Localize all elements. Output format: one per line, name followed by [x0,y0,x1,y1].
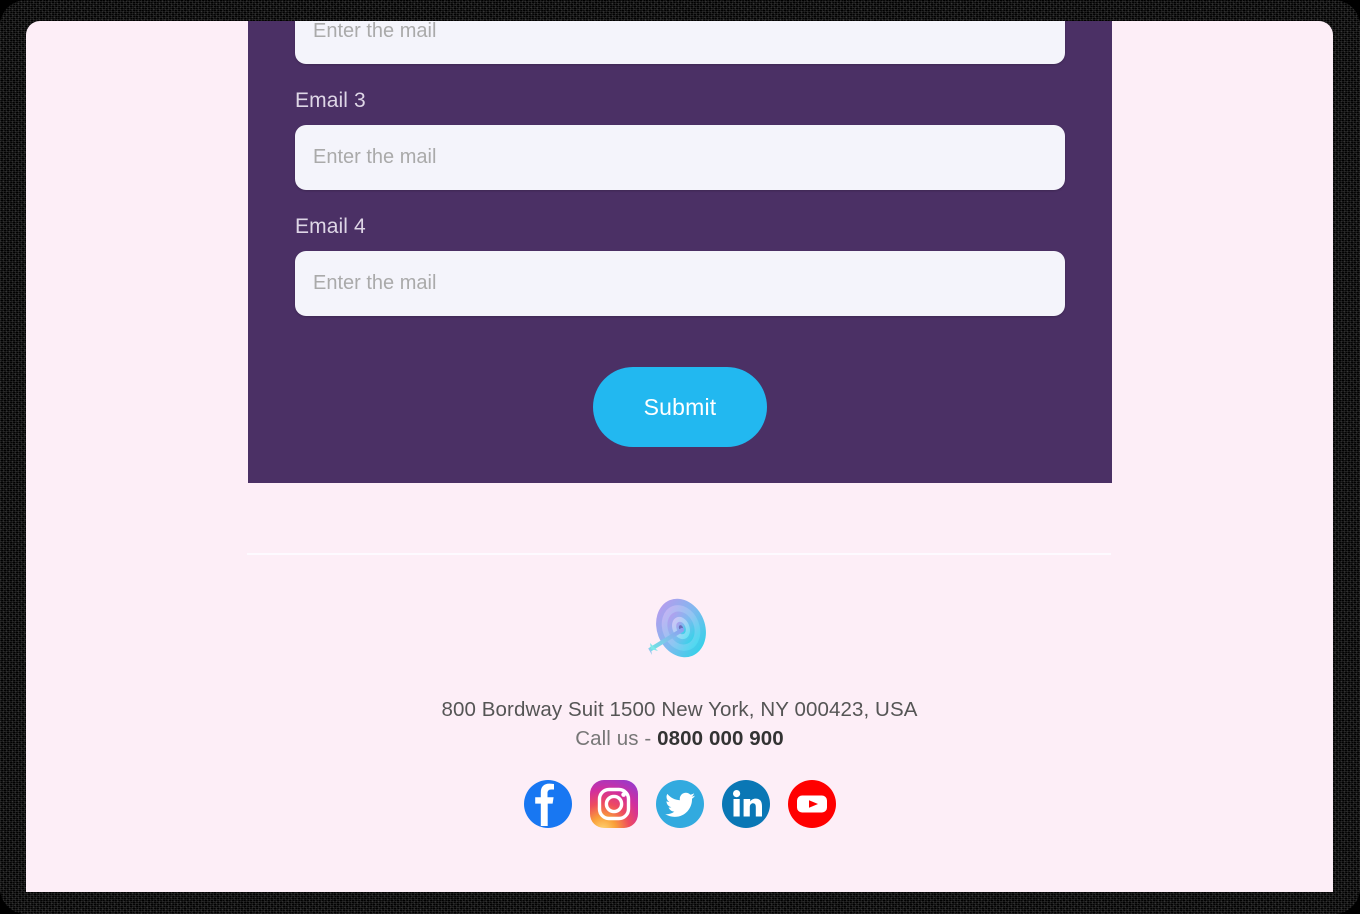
page-footer: 800 Bordway Suit 1500 New York, NY 00042… [26,553,1333,892]
unsubscribe-wrap: Click here to unsubscribe [26,829,1333,892]
email-input-2[interactable] [295,21,1065,64]
unsubscribe-link[interactable]: Click here to unsubscribe [593,891,766,892]
footer-divider [246,553,1111,555]
twitter-icon[interactable] [655,779,705,829]
facebook-icon[interactable] [523,779,573,829]
instagram-icon[interactable] [589,779,639,829]
target-arrow-logo [647,598,706,658]
social-links-row [26,751,1333,829]
footer-call-line: Call us - 0800 000 900 [26,723,1333,751]
field-group-email-3: Email 3 [295,64,1065,190]
submit-button[interactable]: Submit [593,367,767,447]
submit-row: Submit [295,316,1065,447]
page-viewport: Email 3 Email 4 Submit [26,21,1333,892]
linkedin-icon[interactable] [721,779,771,829]
footer-logo-wrap [26,555,1333,668]
email-3-label: Email 3 [295,89,366,112]
email-3-input[interactable] [295,125,1065,190]
call-us-prefix: Call us - [575,727,658,751]
email-4-input[interactable] [295,251,1065,316]
device-frame: Email 3 Email 4 Submit [0,0,1360,914]
email-form-card: Email 3 Email 4 Submit [248,21,1112,483]
youtube-icon[interactable] [787,779,837,829]
page-scroll-content: Email 3 Email 4 Submit [26,21,1333,892]
email-4-label: Email 4 [295,215,366,238]
field-group-email-4: Email 4 [295,190,1065,316]
field-group-email-2-partial [295,21,1065,64]
phone-number[interactable]: 0800 000 900 [657,727,784,750]
footer-address: 800 Bordway Suit 1500 New York, NY 00042… [441,698,918,721]
